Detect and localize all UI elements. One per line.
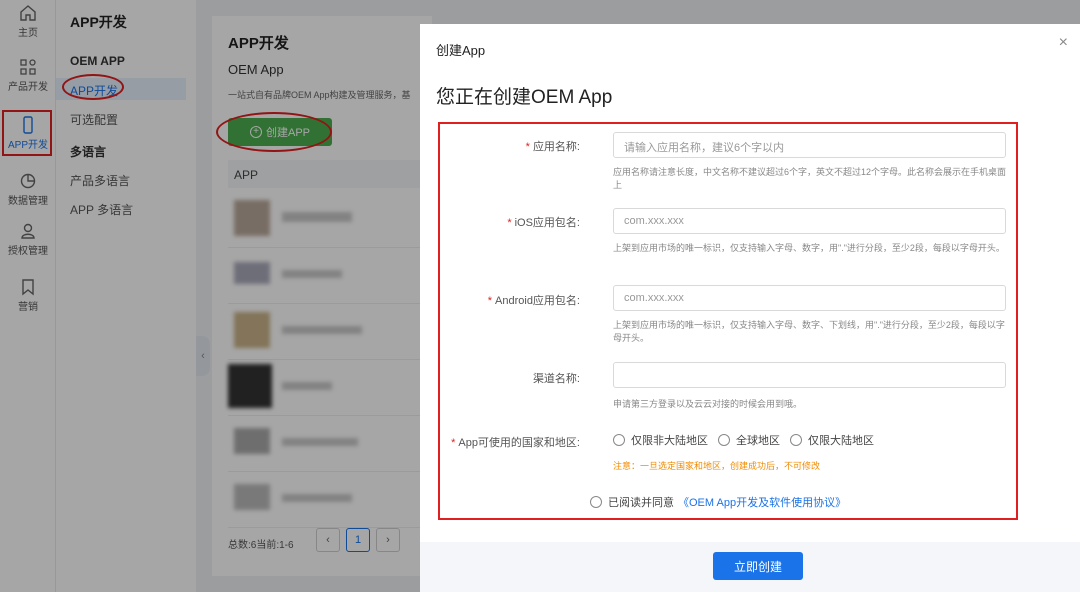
create-now-button[interactable]: 立即创建 bbox=[713, 552, 803, 580]
create-app-form: * 应用名称: 请输入应用名称，建议6个字以内 应用名称请注意长度，中文名称不建议… bbox=[438, 122, 1018, 520]
app-name-input[interactable]: 请输入应用名称，建议6个字以内 bbox=[613, 132, 1006, 158]
app-name-hint: 应用名称请注意长度，中文名称不建议超过6个字，英文不超过12个字母。此名称会展示… bbox=[613, 167, 1007, 190]
channel-name-label: 渠道名称: bbox=[532, 373, 580, 385]
channel-name-hint: 申请第三方登录以及云云对接的时候会用到哦。 bbox=[613, 399, 803, 409]
channel-name-input[interactable] bbox=[613, 362, 1006, 388]
agreement-text: 已阅读并同意 bbox=[608, 497, 674, 509]
region-radio-group: 仅限非大陆地区 全球地区 仅限大陆地区 bbox=[613, 432, 884, 448]
radio-icon bbox=[790, 434, 802, 446]
ios-package-input[interactable]: com.xxx.xxx bbox=[613, 208, 1006, 234]
close-icon[interactable]: × bbox=[1059, 34, 1068, 52]
region-option-global[interactable]: 全球地区 bbox=[718, 432, 780, 448]
radio-icon bbox=[613, 434, 625, 446]
region-label: * App可使用的国家和地区: bbox=[451, 437, 580, 449]
create-app-modal: 创建App × 您正在创建OEM App * 应用名称: 请输入应用名称，建议6个… bbox=[420, 24, 1080, 592]
radio-icon bbox=[718, 434, 730, 446]
region-option-mainland[interactable]: 仅限大陆地区 bbox=[790, 432, 874, 448]
ios-package-hint: 上架到应用市场的唯一标识，仅支持输入字母、数字，用"."进行分段，至少2段，每段… bbox=[613, 243, 1005, 253]
modal-heading: 您正在创建OEM App bbox=[436, 87, 613, 108]
region-warning: 注意：一旦选定国家和地区，创建成功后，不可修改 bbox=[613, 461, 821, 471]
agreement-checkbox[interactable] bbox=[590, 496, 602, 508]
modal-footer: 立即创建 bbox=[420, 542, 1080, 592]
android-package-input[interactable]: com.xxx.xxx bbox=[613, 285, 1006, 311]
modal-title: 创建App bbox=[436, 43, 486, 58]
region-option-non-mainland[interactable]: 仅限非大陆地区 bbox=[613, 432, 708, 448]
agreement-link[interactable]: 《OEM App开发及软件使用协议》 bbox=[678, 494, 846, 510]
ios-package-label: * iOS应用包名: bbox=[507, 217, 580, 229]
agreement-row: 已阅读并同意 《OEM App开发及软件使用协议》 bbox=[590, 494, 846, 510]
app-name-label: * 应用名称: bbox=[525, 141, 580, 153]
android-package-hint: 上架到应用市场的唯一标识，仅支持输入字母、数字、下划线，用"."进行分段，至少2… bbox=[613, 320, 1005, 343]
android-package-label: * Android应用包名: bbox=[487, 295, 580, 307]
